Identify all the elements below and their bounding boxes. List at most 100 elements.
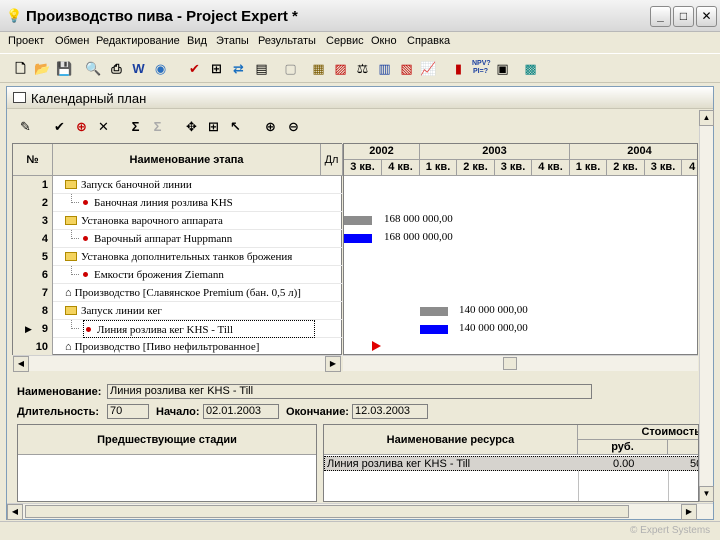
menu-service[interactable]: Сервис bbox=[326, 35, 364, 47]
export-icon[interactable]: ▩ bbox=[522, 60, 539, 77]
calendar-toolbar: ✎ ✔ ⊕ ✕ Σ Σ ✥ ⊞ ↖ ⊕ ⊖ bbox=[7, 110, 713, 142]
insert-stage-icon[interactable]: ⊕ bbox=[73, 118, 90, 135]
cashflow-icon[interactable]: ▨ bbox=[332, 60, 349, 77]
pointer-icon[interactable]: ↖ bbox=[227, 118, 244, 135]
save-icon[interactable]: 💾 bbox=[56, 60, 73, 77]
menu-window[interactable]: Окно bbox=[371, 35, 397, 47]
col-header-duration[interactable]: Дл bbox=[321, 144, 343, 176]
grid-hscrollbar[interactable]: ◀ ▶ bbox=[13, 355, 341, 372]
window-vscrollbar[interactable]: ▲ ▼ bbox=[699, 110, 714, 502]
table-row[interactable]: 7 ⌂ Производство [Славянское Premium (бан… bbox=[13, 284, 343, 302]
gantt-bar-summary[interactable] bbox=[420, 307, 448, 316]
calendar-icon[interactable]: ▦ bbox=[310, 60, 327, 77]
zoom-in-icon[interactable]: ⊕ bbox=[262, 118, 279, 135]
network-icon[interactable]: ⇄ bbox=[230, 60, 247, 77]
row-number: 6 bbox=[13, 266, 53, 284]
row-number: 7 bbox=[13, 284, 53, 302]
gantt-bar-task[interactable] bbox=[344, 234, 372, 243]
document-icon[interactable]: ▤ bbox=[253, 60, 270, 77]
quarter-header: 3 кв. bbox=[344, 160, 382, 176]
menu-edit[interactable]: Редактирование bbox=[96, 35, 180, 47]
word-icon[interactable]: W bbox=[130, 60, 147, 77]
delete-icon[interactable]: ✕ bbox=[95, 118, 112, 135]
page-icon[interactable]: ▢ bbox=[282, 60, 299, 77]
resource-row-extra: 50 bbox=[690, 458, 698, 470]
table-row[interactable]: 4 Варочный аппарат Huppmann bbox=[13, 230, 343, 248]
scroll-thumb[interactable] bbox=[503, 357, 517, 370]
predecessors-panel[interactable]: Предшествующие стадии bbox=[17, 424, 317, 502]
open-folder-icon[interactable]: 📂 bbox=[34, 60, 51, 77]
row-name: ⌂ Производство [Славянское Premium (бан. … bbox=[65, 287, 301, 299]
bar-chart-icon[interactable]: ▮ bbox=[450, 60, 467, 77]
end-date-field[interactable]: 12.03.2003 bbox=[352, 404, 428, 419]
quarter-header: 4 к bbox=[682, 160, 697, 176]
production-start-marker-icon[interactable] bbox=[372, 341, 381, 351]
scroll-right-arrow-icon[interactable]: ▶ bbox=[325, 356, 341, 372]
window-title: Производство пива - Project Expert * bbox=[26, 8, 298, 25]
close-button[interactable]: ✕ bbox=[696, 6, 717, 27]
scroll-down-arrow-icon[interactable]: ▼ bbox=[699, 486, 714, 502]
row-name: ⌂ Производство [Пиво нефильтрованное] bbox=[65, 341, 260, 353]
data-sheet-icon[interactable]: ▣ bbox=[494, 60, 511, 77]
zoom-out-icon[interactable]: ⊖ bbox=[285, 118, 302, 135]
menu-help[interactable]: Справка bbox=[407, 35, 450, 47]
book-icon[interactable]: ▧ bbox=[398, 60, 415, 77]
print-icon[interactable]: ⎙ bbox=[108, 60, 125, 77]
globe-icon[interactable]: ◉ bbox=[152, 60, 169, 77]
tree-line bbox=[71, 194, 79, 203]
table-row[interactable]: 1 Запуск баночной линии bbox=[13, 176, 343, 194]
col-header-num[interactable]: № bbox=[13, 144, 53, 176]
table-row-selected[interactable]: ▶ 9 Линия розлива кег KHS - Till bbox=[13, 320, 343, 338]
quarter-header: 2 кв. bbox=[457, 160, 495, 176]
resources-panel[interactable]: Наименование ресурса Стоимость руб. Лини… bbox=[323, 424, 699, 502]
menu-project[interactable]: Проект bbox=[8, 35, 44, 47]
minimize-button[interactable]: _ bbox=[650, 6, 671, 27]
sum-icon[interactable]: Σ bbox=[127, 118, 144, 135]
name-field[interactable]: Линия розлива кег KHS - Till bbox=[107, 384, 592, 399]
org-chart-icon[interactable]: ⊞ bbox=[208, 60, 225, 77]
edit-stage-icon[interactable]: ✎ bbox=[17, 118, 34, 135]
table-row[interactable]: 8 Запуск линии кег bbox=[13, 302, 343, 320]
stages-grid: № Наименование этапа Дл 1 Запуск баночно… bbox=[12, 143, 343, 356]
scroll-left-arrow-icon[interactable]: ◀ bbox=[13, 356, 29, 372]
gantt-hscrollbar[interactable] bbox=[343, 355, 698, 371]
report-icon[interactable]: ▥ bbox=[376, 60, 393, 77]
scroll-thumb[interactable] bbox=[25, 505, 629, 518]
gantt-bar-task[interactable] bbox=[420, 325, 448, 334]
start-date-field[interactable]: 02.01.2003 bbox=[203, 404, 279, 419]
year-header: 2003 bbox=[420, 144, 570, 160]
table-row[interactable]: 5 Установка дополнительных танков брожен… bbox=[13, 248, 343, 266]
factory-icon: ⌂ bbox=[65, 341, 72, 353]
move-icon[interactable]: ✥ bbox=[183, 118, 200, 135]
row-number: 8 bbox=[13, 302, 53, 320]
link-stages-icon[interactable]: ⊞ bbox=[205, 118, 222, 135]
gantt-bar-summary[interactable] bbox=[344, 216, 372, 225]
col-header-name[interactable]: Наименование этапа bbox=[53, 144, 321, 176]
scroll-left-arrow-icon[interactable]: ◀ bbox=[7, 504, 23, 520]
menu-results[interactable]: Результаты bbox=[258, 35, 316, 47]
duration-field[interactable]: 70 bbox=[107, 404, 149, 419]
window-hscrollbar[interactable]: ◀ ▶ bbox=[7, 503, 713, 520]
gantt-cost-label: 168 000 000,00 bbox=[384, 213, 453, 225]
accept-icon[interactable]: ✔ bbox=[51, 118, 68, 135]
print-preview-icon[interactable]: 🔍 bbox=[85, 60, 102, 77]
line-chart-icon[interactable]: 📈 bbox=[420, 60, 437, 77]
new-file-icon[interactable]: 🗋 bbox=[12, 60, 29, 77]
menu-view[interactable]: Вид bbox=[187, 35, 207, 47]
npv-pi-icon[interactable]: NPV? PI=? bbox=[472, 60, 491, 77]
resource-row[interactable]: Линия розлива кег KHS - Till 0.00 50 bbox=[324, 456, 698, 471]
menu-stages[interactable]: Этапы bbox=[216, 35, 249, 47]
table-row[interactable]: 10 ⌂ Производство [Пиво нефильтрованное] bbox=[13, 338, 343, 356]
check-icon[interactable]: ✔ bbox=[186, 60, 203, 77]
menu-exchange[interactable]: Обмен bbox=[55, 35, 89, 47]
scales-icon[interactable]: ⚖ bbox=[354, 60, 371, 77]
scroll-right-arrow-icon[interactable]: ▶ bbox=[681, 504, 697, 520]
table-row[interactable]: 2 Баночная линия розлива KHS bbox=[13, 194, 343, 212]
folder-icon bbox=[65, 216, 77, 225]
end-label: Окончание: bbox=[286, 406, 349, 418]
resource-row-name: Линия розлива кег KHS - Till bbox=[327, 458, 471, 470]
table-row[interactable]: 3 Установка варочного аппарата bbox=[13, 212, 343, 230]
scroll-up-arrow-icon[interactable]: ▲ bbox=[699, 110, 714, 126]
table-row[interactable]: 6 Емкости брожения Ziemann bbox=[13, 266, 343, 284]
maximize-button[interactable]: □ bbox=[673, 6, 694, 27]
